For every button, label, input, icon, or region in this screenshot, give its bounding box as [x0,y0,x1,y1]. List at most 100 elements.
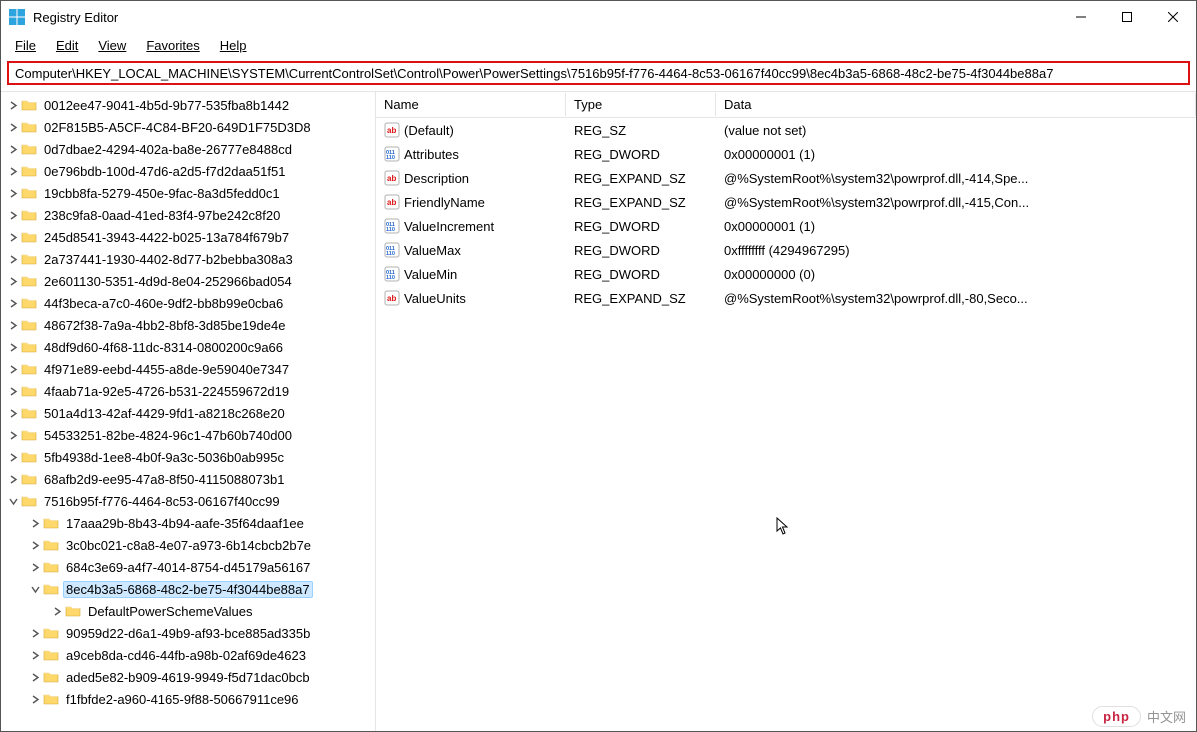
column-data[interactable]: Data [716,93,1196,116]
tree-node[interactable]: 48df9d60-4f68-11dc-8314-0800200c9a66 [1,336,375,358]
tree-node[interactable]: 684c3e69-a4f7-4014-8754-d45179a56167 [1,556,375,578]
close-button[interactable] [1150,1,1196,33]
tree-node[interactable]: 8ec4b3a5-6868-48c2-be75-4f3044be88a7 [1,578,375,600]
tree-node[interactable]: 0d7dbae2-4294-402a-ba8e-26777e8488cd [1,138,375,160]
tree-node[interactable]: 501a4d13-42af-4429-9fd1-a8218c268e20 [1,402,375,424]
tree-node[interactable]: 02F815B5-A5CF-4C84-BF20-649D1F75D3D8 [1,116,375,138]
watermark-brand: php [1092,706,1141,727]
value-row[interactable]: ValueUnits REG_EXPAND_SZ @%SystemRoot%\s… [376,286,1196,310]
folder-icon [21,208,37,222]
menu-view[interactable]: View [90,36,134,55]
tree-node[interactable]: 238c9fa8-0aad-41ed-83f4-97be242c8f20 [1,204,375,226]
menu-help[interactable]: Help [212,36,255,55]
folder-icon [43,582,59,596]
chevron-right-icon[interactable] [5,101,21,110]
chevron-right-icon[interactable] [5,255,21,264]
chevron-right-icon[interactable] [5,343,21,352]
chevron-right-icon[interactable] [5,475,21,484]
chevron-right-icon[interactable] [5,233,21,242]
chevron-right-icon[interactable] [5,387,21,396]
chevron-down-icon[interactable] [27,585,43,594]
chevron-right-icon[interactable] [5,299,21,308]
folder-icon [21,450,37,464]
chevron-right-icon[interactable] [27,541,43,550]
value-row[interactable]: FriendlyName REG_EXPAND_SZ @%SystemRoot%… [376,190,1196,214]
chevron-right-icon[interactable] [5,123,21,132]
tree-node-label: 4faab71a-92e5-4726-b531-224559672d19 [41,383,292,400]
minimize-button[interactable] [1058,1,1104,33]
chevron-right-icon[interactable] [5,145,21,154]
tree-node[interactable]: 2e601130-5351-4d9d-8e04-252966bad054 [1,270,375,292]
address-bar [7,61,1190,85]
folder-icon [21,274,37,288]
tree-node[interactable]: 7516b95f-f776-4464-8c53-06167f40cc99 [1,490,375,512]
tree-node-label: 5fb4938d-1ee8-4b0f-9a3c-5036b0ab995c [41,449,287,466]
tree-pane[interactable]: 0012ee47-9041-4b5d-9b77-535fba8b144202F8… [1,92,376,731]
chevron-right-icon[interactable] [5,453,21,462]
chevron-right-icon[interactable] [27,629,43,638]
tree-node[interactable]: 44f3beca-a7c0-460e-9df2-bb8b99e0cba6 [1,292,375,314]
tree-node-label: 238c9fa8-0aad-41ed-83f4-97be242c8f20 [41,207,283,224]
address-input[interactable] [13,65,1184,82]
tree-node[interactable]: 90959d22-d6a1-49b9-af93-bce885ad335b [1,622,375,644]
chevron-right-icon[interactable] [5,189,21,198]
tree-node-label: DefaultPowerSchemeValues [85,603,256,620]
tree-node-label: 17aaa29b-8b43-4b94-aafe-35f64daaf1ee [63,515,307,532]
value-row[interactable]: ValueIncrement REG_DWORD 0x00000001 (1) [376,214,1196,238]
chevron-right-icon[interactable] [27,519,43,528]
tree-node[interactable]: 0012ee47-9041-4b5d-9b77-535fba8b1442 [1,94,375,116]
chevron-right-icon[interactable] [5,321,21,330]
chevron-right-icon[interactable] [5,431,21,440]
tree-node[interactable]: 48672f38-7a9a-4bb2-8bf8-3d85be19de4e [1,314,375,336]
tree-node[interactable]: 0e796bdb-100d-47d6-a2d5-f7d2daa51f51 [1,160,375,182]
chevron-right-icon[interactable] [27,651,43,660]
value-type: REG_DWORD [566,265,716,284]
value-name: (Default) [404,123,454,138]
tree-node-label: 7516b95f-f776-4464-8c53-06167f40cc99 [41,493,283,510]
values-pane[interactable]: Name Type Data (Default) REG_SZ (value n… [376,92,1196,731]
tree-node[interactable]: 245d8541-3943-4422-b025-13a784f679b7 [1,226,375,248]
tree-node[interactable]: f1fbfde2-a960-4165-9f88-50667911ce96 [1,688,375,710]
tree-node-label: 0d7dbae2-4294-402a-ba8e-26777e8488cd [41,141,295,158]
chevron-right-icon[interactable] [5,409,21,418]
chevron-right-icon[interactable] [49,607,65,616]
tree-node[interactable]: 2a737441-1930-4402-8d77-b2bebba308a3 [1,248,375,270]
folder-icon [21,164,37,178]
value-row[interactable]: ValueMin REG_DWORD 0x00000000 (0) [376,262,1196,286]
chevron-right-icon[interactable] [27,695,43,704]
menu-favorites[interactable]: Favorites [138,36,207,55]
value-type: REG_EXPAND_SZ [566,193,716,212]
folder-icon [43,648,59,662]
tree-node[interactable]: 3c0bc021-c8a8-4e07-a973-6b14cbcb2b7e [1,534,375,556]
value-row[interactable]: (Default) REG_SZ (value not set) [376,118,1196,142]
tree-node[interactable]: 4f971e89-eebd-4455-a8de-9e59040e7347 [1,358,375,380]
column-name[interactable]: Name [376,93,566,116]
menu-edit[interactable]: Edit [48,36,86,55]
tree-node[interactable]: 5fb4938d-1ee8-4b0f-9a3c-5036b0ab995c [1,446,375,468]
tree-node[interactable]: a9ceb8da-cd46-44fb-a98b-02af69de4623 [1,644,375,666]
chevron-right-icon[interactable] [5,211,21,220]
value-row[interactable]: Attributes REG_DWORD 0x00000001 (1) [376,142,1196,166]
chevron-right-icon[interactable] [5,277,21,286]
folder-icon [43,516,59,530]
value-row[interactable]: ValueMax REG_DWORD 0xffffffff (429496729… [376,238,1196,262]
tree-node[interactable]: 17aaa29b-8b43-4b94-aafe-35f64daaf1ee [1,512,375,534]
tree-node[interactable]: 68afb2d9-ee95-47a8-8f50-4115088073b1 [1,468,375,490]
folder-icon [21,340,37,354]
menu-file[interactable]: File [7,36,44,55]
tree-node[interactable]: 4faab71a-92e5-4726-b531-224559672d19 [1,380,375,402]
chevron-down-icon[interactable] [5,497,21,506]
tree-node[interactable]: 19cbb8fa-5279-450e-9fac-8a3d5fedd0c1 [1,182,375,204]
maximize-button[interactable] [1104,1,1150,33]
chevron-right-icon[interactable] [27,563,43,572]
chevron-right-icon[interactable] [5,365,21,374]
value-data: 0x00000000 (0) [716,265,1196,284]
column-type[interactable]: Type [566,93,716,116]
chevron-right-icon[interactable] [5,167,21,176]
chevron-right-icon[interactable] [27,673,43,682]
value-row[interactable]: Description REG_EXPAND_SZ @%SystemRoot%\… [376,166,1196,190]
tree-node[interactable]: 54533251-82be-4824-96c1-47b60b740d00 [1,424,375,446]
tree-node-label: 245d8541-3943-4422-b025-13a784f679b7 [41,229,292,246]
tree-node[interactable]: aded5e82-b909-4619-9949-f5d71dac0bcb [1,666,375,688]
tree-node[interactable]: DefaultPowerSchemeValues [1,600,375,622]
